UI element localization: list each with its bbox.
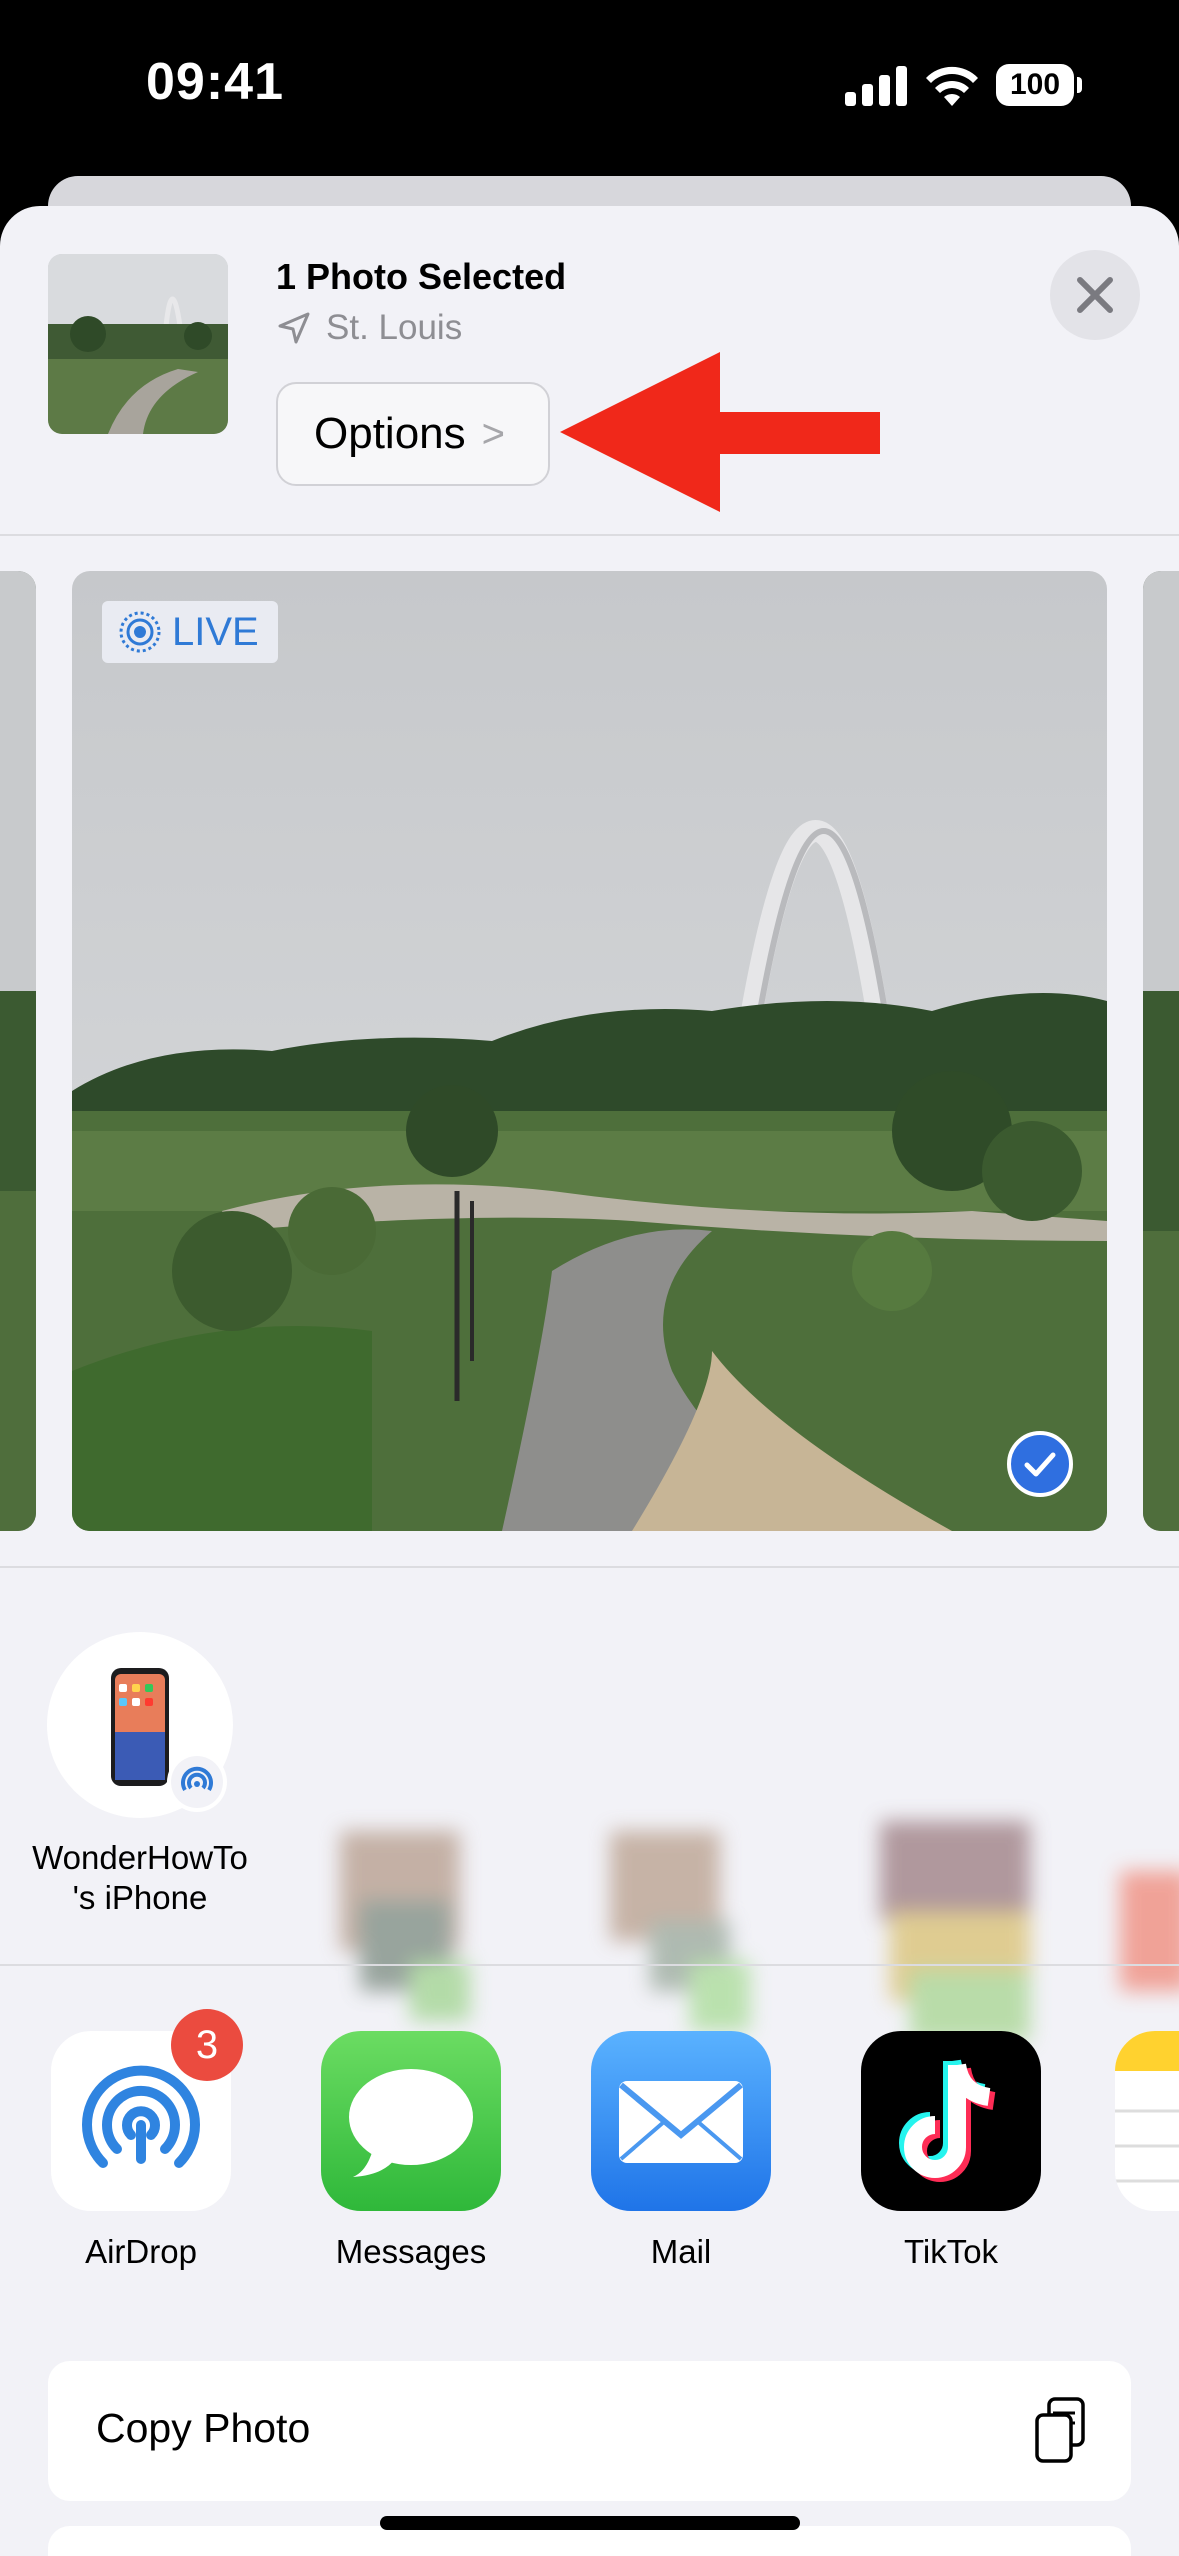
messages-icon	[321, 2031, 501, 2211]
options-button[interactable]: Options >	[276, 382, 550, 486]
selected-checkmark[interactable]	[1007, 1431, 1073, 1497]
app-label: Mail	[650, 2233, 712, 2270]
header-divider	[0, 534, 1179, 536]
contact-name-line1: WonderHowTo	[32, 1839, 248, 1876]
copy-photo-action[interactable]: Copy Photo	[48, 2361, 1131, 2501]
tiktok-icon	[861, 2031, 1041, 2211]
location-row: St. Louis	[276, 308, 462, 348]
close-icon	[1077, 277, 1113, 313]
mail-icon	[591, 2031, 771, 2211]
selected-photo[interactable]: LIVE	[72, 571, 1107, 1531]
live-photo-icon	[119, 611, 161, 653]
next-action[interactable]	[48, 2526, 1131, 2556]
airdrop-icon: 3	[51, 2009, 243, 2211]
app-tiktok[interactable]: TikTok	[841, 2031, 1061, 2271]
next-photo[interactable]	[1143, 571, 1179, 1531]
app-label: Messages	[335, 2233, 487, 2270]
battery-indicator: 100	[996, 64, 1074, 106]
wifi-icon	[926, 66, 978, 106]
previous-photo[interactable]	[0, 571, 36, 1531]
live-badge[interactable]: LIVE	[102, 601, 278, 663]
app-airdrop[interactable]: 3 AirDrop	[31, 2009, 251, 2271]
app-notes[interactable]	[1115, 2031, 1179, 2211]
photos-divider	[0, 1566, 1179, 1568]
location-label: St. Louis	[326, 308, 463, 347]
status-time: 09:41	[146, 53, 284, 111]
share-sheet: 1 Photo Selected St. Louis Options > LIV…	[0, 206, 1179, 2556]
share-title: 1 Photo Selected	[276, 256, 567, 297]
cellular-signal-icon	[845, 66, 907, 106]
action-label: Copy Photo	[96, 2405, 311, 2451]
location-arrow-icon	[278, 312, 310, 344]
annotation-arrow	[560, 352, 880, 512]
photo-thumbnail	[48, 254, 228, 434]
checkmark-icon	[1024, 1452, 1056, 1477]
people-divider	[0, 1964, 1179, 1966]
status-bar: 09:41 100	[0, 0, 1179, 170]
app-messages[interactable]: Messages	[301, 2031, 521, 2271]
notification-badge: 3	[171, 2009, 243, 2081]
airdrop-contact[interactable]: WonderHowTo 's iPhone	[20, 1632, 260, 1918]
app-label: TikTok	[903, 2233, 999, 2270]
copy-icon	[1035, 2397, 1085, 2463]
app-label: AirDrop	[85, 2233, 197, 2270]
home-indicator[interactable]	[380, 2516, 800, 2530]
close-button[interactable]	[1050, 250, 1140, 340]
options-label: Options	[314, 409, 466, 458]
battery-nub	[1077, 77, 1082, 93]
chevron-right-icon: >	[481, 411, 505, 456]
contact-name-line2: 's iPhone	[72, 1879, 208, 1916]
app-mail[interactable]: Mail	[571, 2031, 791, 2271]
notes-icon	[1115, 2031, 1179, 2211]
live-label: LIVE	[172, 609, 259, 654]
contact-avatar	[47, 1632, 233, 1818]
